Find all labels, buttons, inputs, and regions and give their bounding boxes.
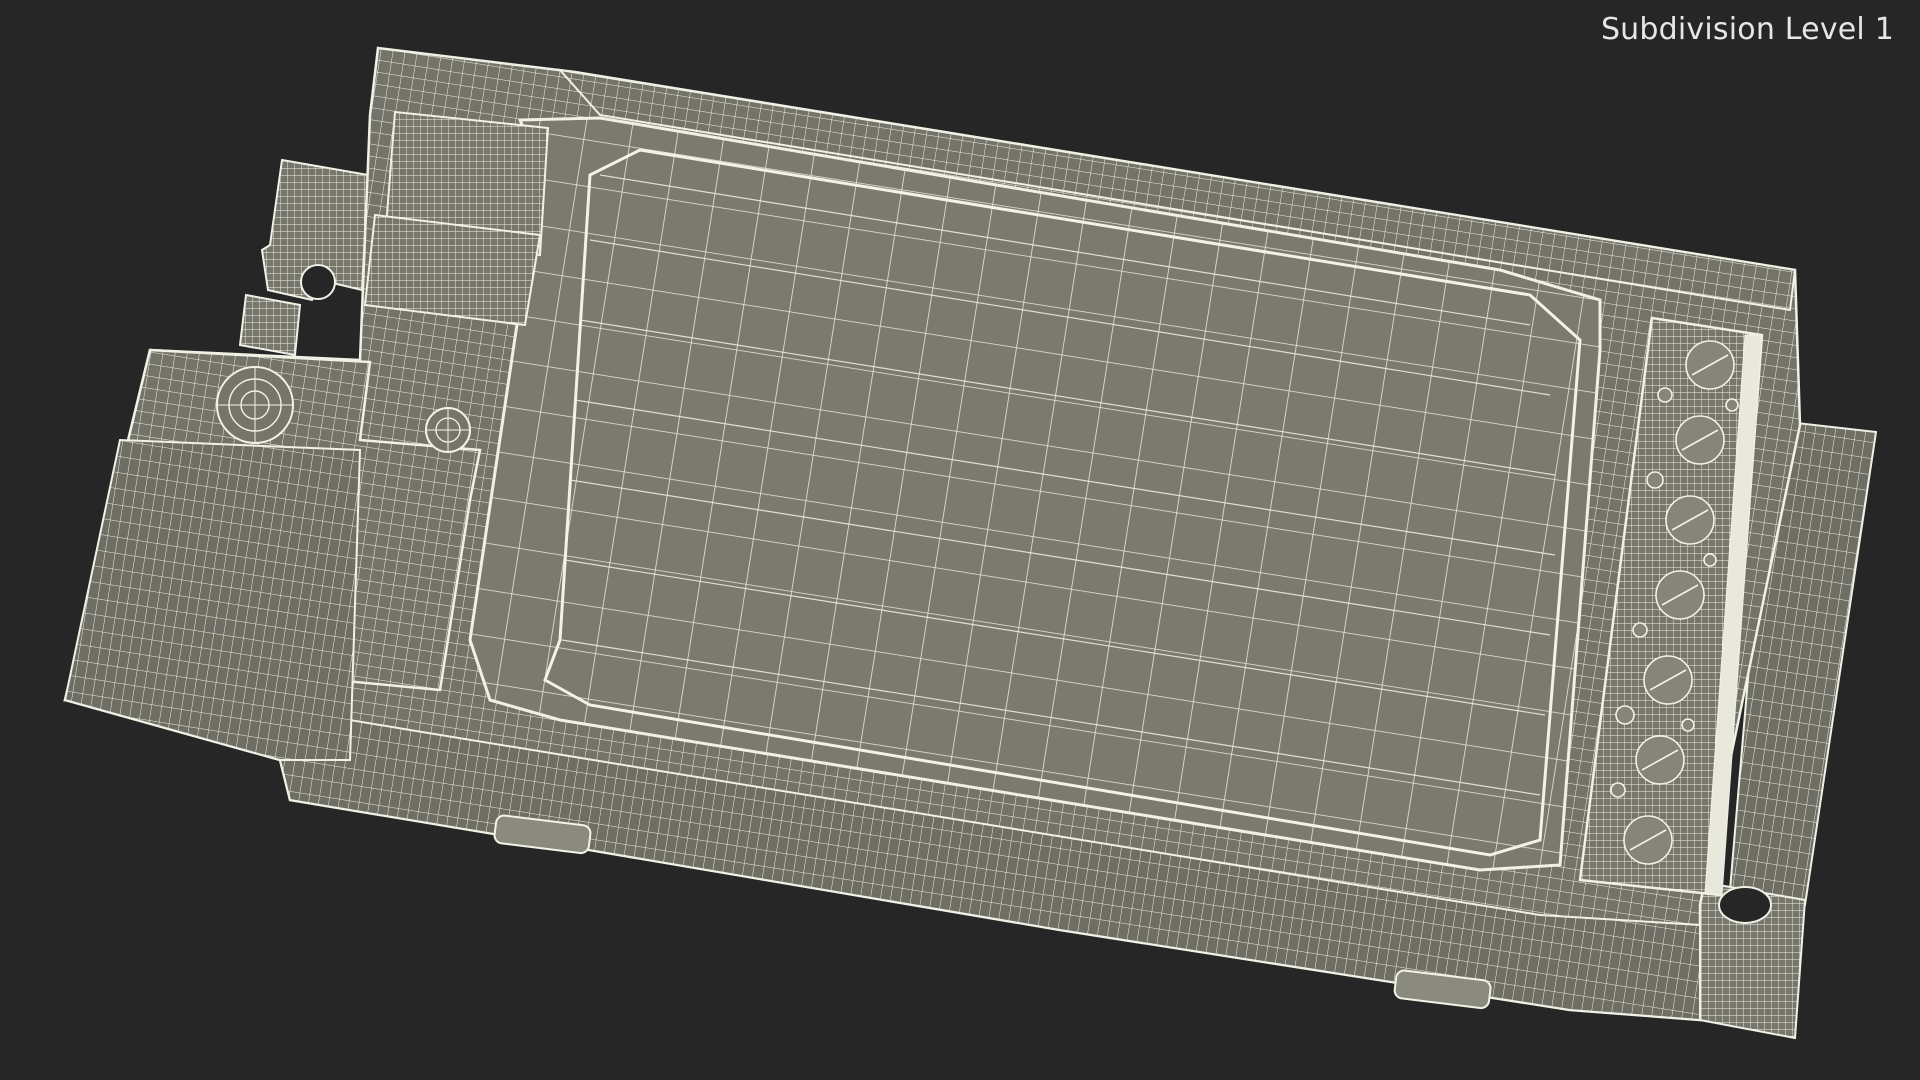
screw-left-large [216,366,294,444]
viewport: Subdivision Level 1 [0,0,1920,1080]
subdivision-level-label: Subdivision Level 1 [1600,12,1894,47]
left-block-lower [363,213,542,327]
mount-notch-left [300,264,336,300]
screw-left-small [425,407,471,453]
wireframe-model [63,46,1878,1040]
mount-tab-mid-left [238,293,302,357]
mount-notch-right [1718,886,1772,924]
left-box-face [63,438,362,761]
